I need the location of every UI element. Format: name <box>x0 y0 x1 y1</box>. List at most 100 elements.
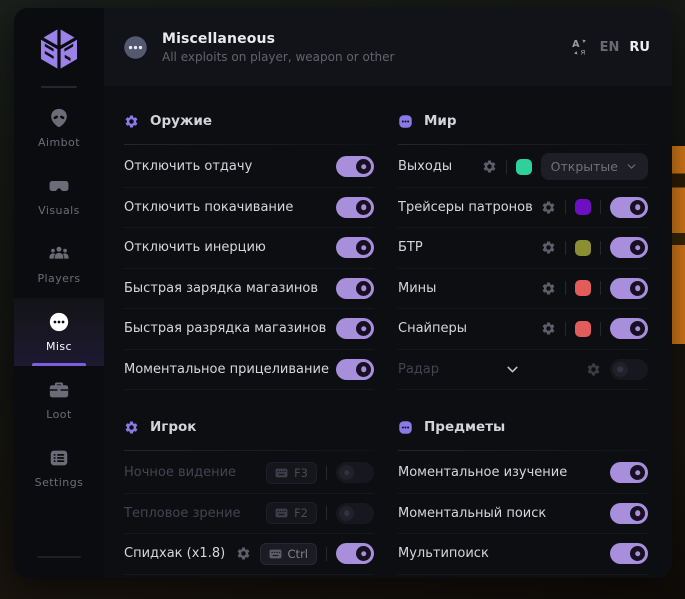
sidebar-item-aimbot[interactable]: Aimbot <box>14 94 104 162</box>
hotkey-badge[interactable]: Ctrl <box>260 543 317 565</box>
toggle-switch[interactable] <box>610 359 648 380</box>
sidebar-item-misc[interactable]: Misc <box>14 298 104 366</box>
sidebar-item-settings[interactable]: Settings <box>14 434 104 502</box>
feature-label: Радар <box>398 362 439 377</box>
feature-row: Мультипоиск <box>398 534 648 575</box>
section-divider <box>398 144 648 145</box>
section-title: Предметы <box>424 419 505 435</box>
feature-row: Снайперы <box>398 309 648 350</box>
gear-icon[interactable] <box>482 159 497 174</box>
section-weapon: Оружие Отключить отдачу Отключить покачи… <box>124 98 374 390</box>
feature-row: Ночное видение F3 <box>124 453 374 494</box>
feature-label: Мины <box>398 281 436 296</box>
page-subtitle: All exploits on player, weapon or other <box>162 50 394 64</box>
feature-label: Выходы <box>398 159 452 174</box>
toggle-switch[interactable] <box>610 503 648 524</box>
main-area: Miscellaneous All exploits on player, we… <box>104 8 672 578</box>
keyboard-icon <box>269 549 282 559</box>
section-title: Оружие <box>150 113 212 129</box>
feature-label: Снайперы <box>398 321 467 336</box>
toggle-switch[interactable] <box>336 156 374 177</box>
section-player: Игрок Ночное видение F3 Теплово <box>124 404 374 575</box>
hotkey-badge[interactable]: F2 <box>266 502 317 524</box>
briefcase-icon <box>48 379 70 401</box>
section-title: Игрок <box>150 419 196 435</box>
list-icon <box>48 447 70 469</box>
chevron-down-icon[interactable] <box>504 361 521 378</box>
keyboard-icon <box>275 508 288 518</box>
feature-label: Моментальный поиск <box>398 506 546 521</box>
toggle-switch[interactable] <box>336 278 374 299</box>
sidebar-item-label: Loot <box>46 408 71 421</box>
keyboard-icon <box>275 468 288 478</box>
feature-label: Тепловое зрение <box>124 506 241 521</box>
feature-row: Трейсеры патронов <box>398 188 648 229</box>
gear-icon[interactable] <box>541 200 556 215</box>
feature-label: Отключить покачивание <box>124 200 293 215</box>
gear-icon <box>124 114 139 129</box>
feature-label: Быстрая зарядка магазинов <box>124 281 318 296</box>
section-title: Мир <box>424 113 457 129</box>
color-swatch[interactable] <box>575 199 591 215</box>
dots-square-icon <box>398 420 413 435</box>
lang-ru-button[interactable]: RU <box>629 40 650 55</box>
feature-label: Быстрая разрядка магазинов <box>124 321 326 336</box>
feature-label: Моментальное изучение <box>398 465 567 480</box>
toggle-switch[interactable] <box>336 462 374 483</box>
section-items: Предметы Моментальное изучение Моменталь… <box>398 404 648 575</box>
toggle-switch[interactable] <box>336 237 374 258</box>
hotkey-badge[interactable]: F3 <box>266 462 317 484</box>
lang-en-button[interactable]: EN <box>600 40 620 55</box>
sidebar-item-label: Settings <box>35 476 84 489</box>
toggle-switch[interactable] <box>610 543 648 564</box>
feature-label: Отключить инерцию <box>124 240 266 255</box>
sidebar-item-visuals[interactable]: Visuals <box>14 162 104 230</box>
toggle-switch[interactable] <box>336 503 374 524</box>
feature-row: Спидхак (x1.8) Ctrl <box>124 534 374 575</box>
background-game-artifact <box>672 146 685 344</box>
sidebar-nav: Aimbot Visuals Players Misc Loot Setting… <box>14 94 104 502</box>
color-swatch[interactable] <box>575 280 591 296</box>
feature-row: Быстрая зарядка магазинов <box>124 269 374 310</box>
toggle-switch[interactable] <box>610 197 648 218</box>
section-divider <box>398 450 648 451</box>
sidebar-item-label: Players <box>37 272 80 285</box>
toggle-switch[interactable] <box>610 318 648 339</box>
chevron-down-icon <box>625 160 638 173</box>
sidebar-item-label: Visuals <box>38 204 80 217</box>
toggle-switch[interactable] <box>336 543 374 564</box>
feature-row: Отключить покачивание <box>124 188 374 229</box>
feature-label: Отключить отдачу <box>124 159 252 174</box>
toggle-switch[interactable] <box>336 359 374 380</box>
sidebar-item-loot[interactable]: Loot <box>14 366 104 434</box>
sidebar-item-players[interactable]: Players <box>14 230 104 298</box>
feature-row: Мины <box>398 269 648 310</box>
cheat-menu-window: Aimbot Visuals Players Misc Loot Setting… <box>14 8 672 578</box>
toggle-switch[interactable] <box>336 318 374 339</box>
gear-icon[interactable] <box>541 240 556 255</box>
toggle-switch[interactable] <box>610 237 648 258</box>
toggle-switch[interactable] <box>610 462 648 483</box>
gear-icon[interactable] <box>236 546 251 561</box>
feature-row: Отключить инерцию <box>124 228 374 269</box>
toggle-switch[interactable] <box>610 278 648 299</box>
gear-icon[interactable] <box>586 362 601 377</box>
gear-icon[interactable] <box>541 281 556 296</box>
toggle-switch[interactable] <box>336 197 374 218</box>
gear-icon <box>124 420 139 435</box>
color-swatch[interactable] <box>575 321 591 337</box>
sidebar-item-label: Misc <box>46 340 72 353</box>
feature-label: Мультипоиск <box>398 546 489 561</box>
page-title: Miscellaneous <box>162 31 394 47</box>
feature-row: Моментальный поиск <box>398 494 648 535</box>
sg-cube-logo <box>36 26 82 72</box>
gear-icon[interactable] <box>541 321 556 336</box>
color-swatch[interactable] <box>575 240 591 256</box>
hotkey-label: F2 <box>294 506 308 520</box>
page-header: Miscellaneous All exploits on player, we… <box>104 8 672 86</box>
dots-square-icon <box>398 114 413 129</box>
exits-dropdown[interactable]: Открытые <box>541 153 648 180</box>
feature-row: Моментальное изучение <box>398 453 648 494</box>
color-swatch[interactable] <box>516 159 532 175</box>
sidebar-divider <box>41 86 77 88</box>
